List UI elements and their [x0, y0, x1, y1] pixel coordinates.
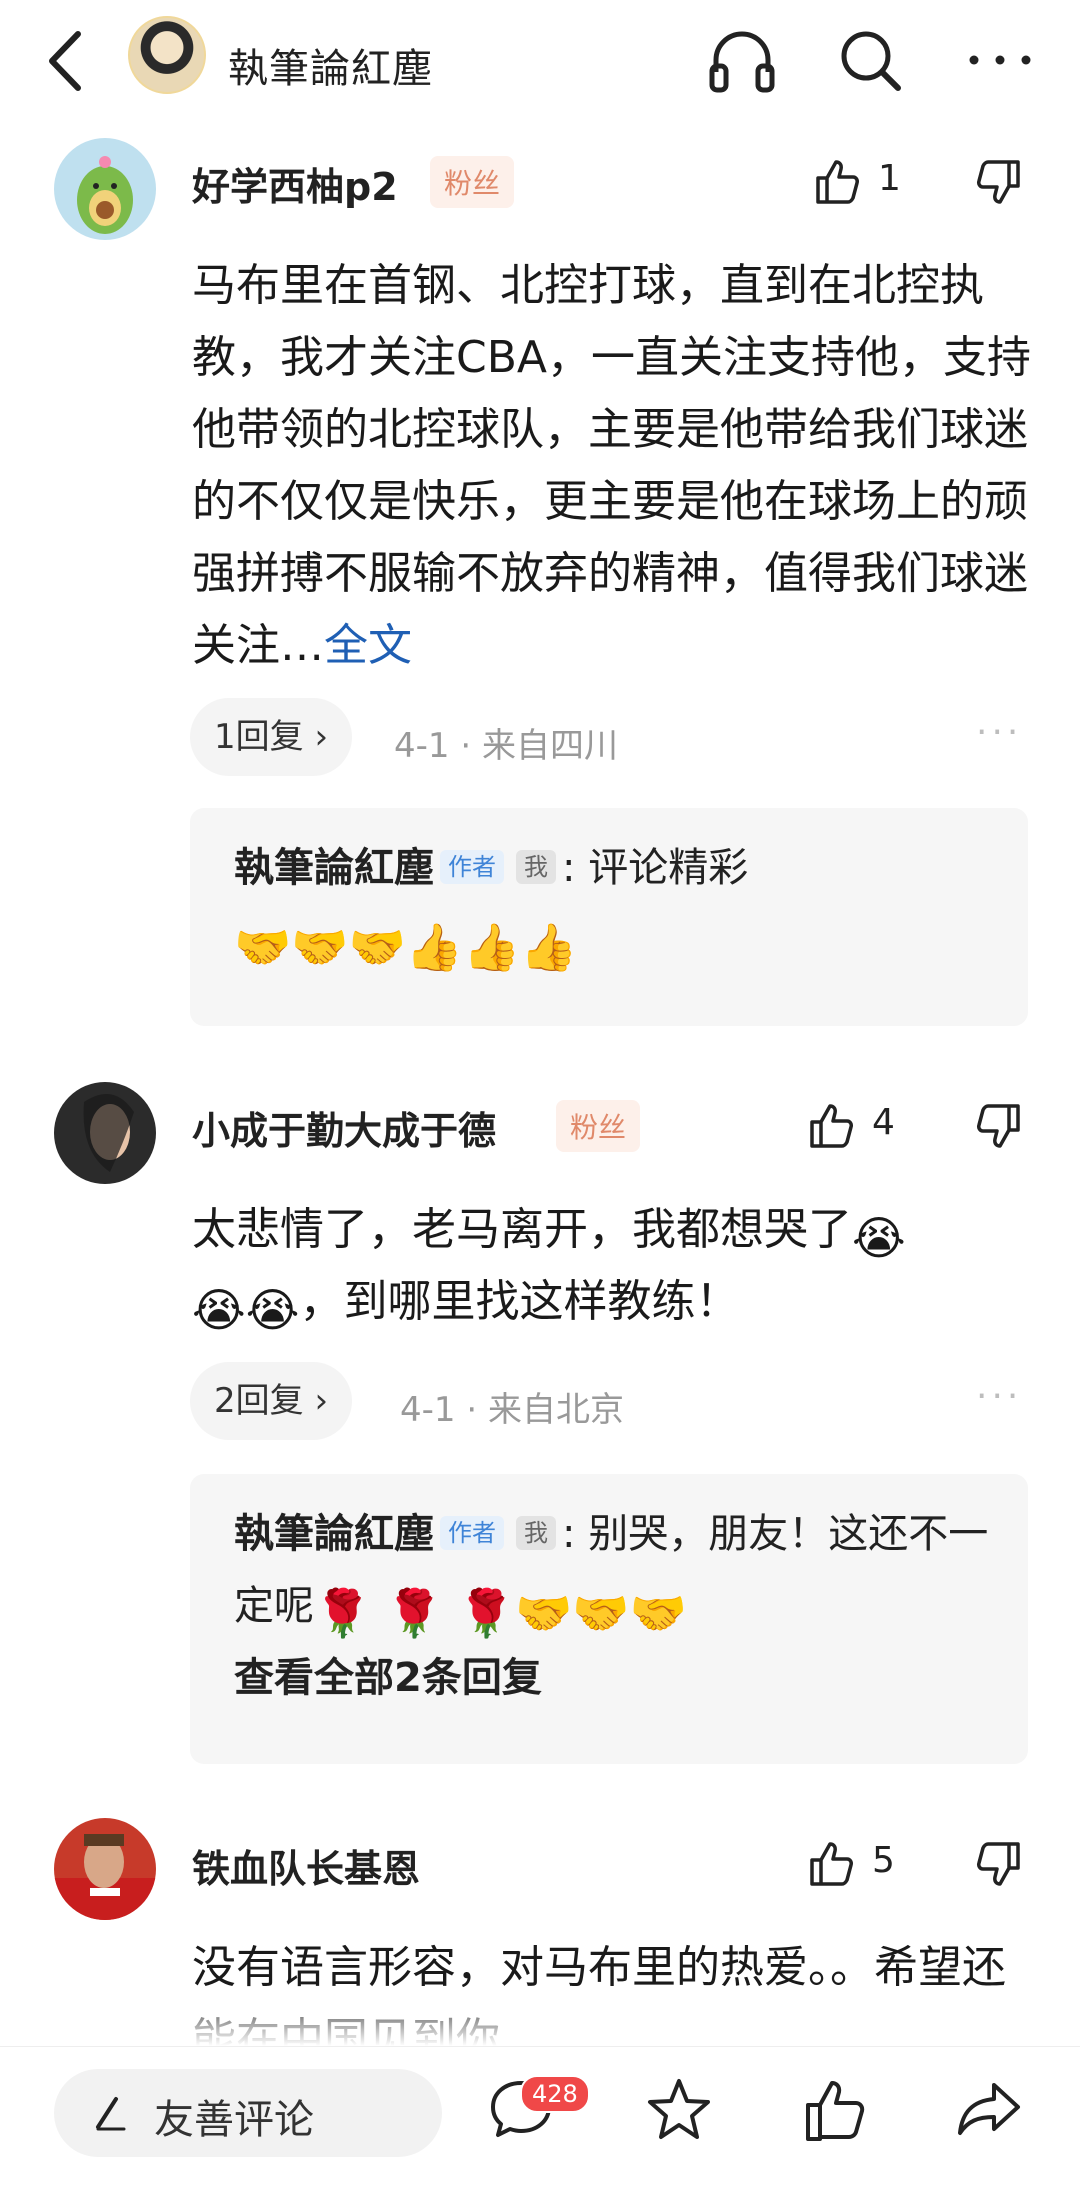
reply-box[interactable]: 執筆論紅塵 作者我: 别哭，朋友！这还不一定呢🌹 🌹 🌹🤝🤝🤝 查看全部2条回复 — [190, 1474, 1028, 1764]
me-tag: 我 — [516, 1516, 556, 1550]
like-icon[interactable] — [806, 1836, 860, 1890]
search-icon[interactable] — [832, 22, 908, 98]
avatar[interactable] — [54, 1818, 156, 1920]
like-count: 5 — [872, 1840, 895, 1881]
more-icon[interactable] — [962, 22, 1038, 98]
comment-more-icon[interactable]: ··· — [976, 712, 1022, 753]
comment-more-icon[interactable]: ··· — [976, 1376, 1022, 1417]
me-tag: 我 — [516, 850, 556, 884]
fan-badge: 粉丝 — [430, 156, 515, 208]
author-title[interactable]: 執筆論紅塵 — [228, 36, 433, 94]
username[interactable]: 好学西柚p2 — [192, 156, 398, 211]
comment-input-placeholder: 友善评论 — [154, 2097, 314, 2143]
author-tag: 作者 — [440, 1516, 504, 1550]
comment-input[interactable]: 友善评论 — [54, 2069, 442, 2157]
author-tag: 作者 — [440, 850, 504, 884]
avatar[interactable] — [54, 1082, 156, 1184]
reply-author[interactable]: 執筆論紅塵 — [234, 845, 434, 891]
crying-emoji: 😭 — [852, 1211, 906, 1265]
like-count: 1 — [878, 158, 901, 199]
like-icon[interactable] — [812, 154, 866, 208]
reply-emojis: 🌹 🌹 🌹🤝🤝🤝 — [314, 1586, 687, 1640]
like-count: 4 — [872, 1102, 895, 1143]
dislike-icon[interactable] — [970, 156, 1024, 210]
comment-text: 马布里在首钢、北控打球，直到在北控执教，我才关注CBA，一直关注支持他，支持他带… — [192, 260, 1032, 671]
crying-emoji: 😭😭 — [192, 1283, 300, 1337]
fan-badge: 粉丝 — [556, 1100, 641, 1152]
username[interactable]: 小成于勤大成于德 — [192, 1100, 496, 1155]
dislike-icon[interactable] — [970, 1100, 1024, 1154]
scroll-fade — [0, 1990, 1080, 2046]
comment-meta: 4-1 · 来自四川 — [394, 726, 618, 766]
star-icon[interactable] — [642, 2073, 716, 2147]
reply-box[interactable]: 執筆論紅塵 作者我: 评论精彩🤝🤝🤝👍👍👍 — [190, 808, 1028, 1026]
bottom-bar: 友善评论 428 — [0, 2046, 1080, 2191]
reply-count-button[interactable]: 1回复 › — [190, 698, 353, 776]
reply-author[interactable]: 執筆論紅塵 — [234, 1511, 434, 1557]
like-icon[interactable] — [806, 1098, 860, 1152]
comment-text: 太悲情了，老马离开，我都想哭了😭 😭😭，到哪里找这样教练！ — [192, 1204, 906, 1337]
thumbs-up-icon[interactable] — [800, 2073, 874, 2147]
view-all-replies-link[interactable]: 查看全部2条回复 — [234, 1655, 542, 1701]
back-icon[interactable] — [42, 28, 92, 94]
headphones-icon[interactable] — [704, 22, 780, 98]
reply-text: 執筆論紅塵 作者我: 别哭，朋友！这还不一定呢🌹 🌹 🌹🤝🤝🤝 查看全部2条回复 — [234, 1511, 989, 1701]
reply-emojis: 🤝🤝🤝👍👍👍 — [234, 920, 578, 974]
comment-meta: 4-1 · 来自北京 — [400, 1390, 624, 1430]
top-bar: 執筆論紅塵 — [0, 0, 1080, 124]
avatar[interactable] — [54, 138, 156, 240]
author-avatar[interactable] — [128, 16, 206, 94]
reply-count-button[interactable]: 2回复 › — [190, 1362, 353, 1440]
comment-count-badge: 428 — [520, 2075, 590, 2113]
fulltext-link[interactable]: 全文 — [324, 620, 412, 671]
reply-text: 執筆論紅塵 作者我: 评论精彩🤝🤝🤝👍👍👍 — [234, 845, 749, 974]
pen-icon — [96, 2097, 126, 2131]
dislike-icon[interactable] — [970, 1838, 1024, 1892]
share-icon[interactable] — [952, 2073, 1026, 2147]
username[interactable]: 铁血队长基恩 — [192, 1838, 420, 1893]
